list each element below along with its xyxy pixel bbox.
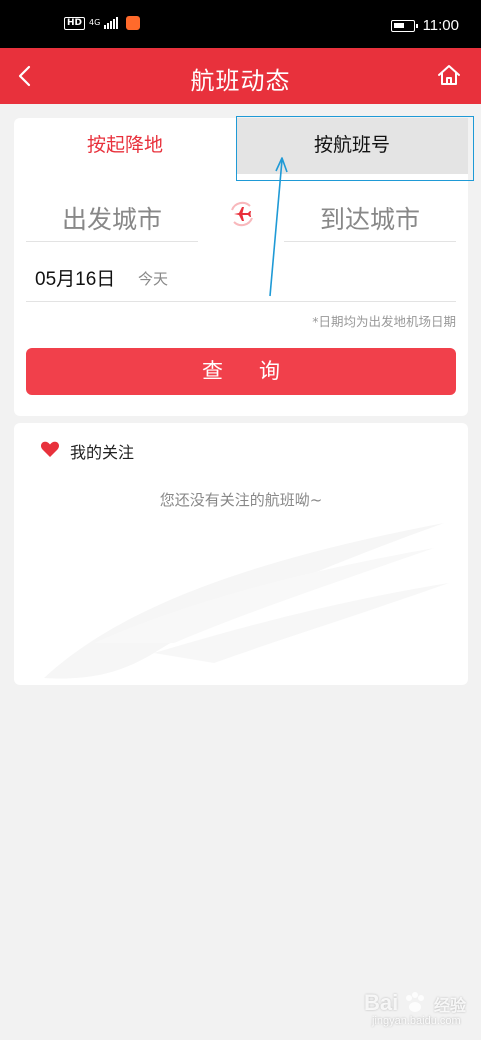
flight-search-card: 按起降地 按航班号 出发城市 到达城市 05月16日 今天 *日期均为出发地机场… bbox=[14, 118, 468, 416]
watermark-url: jingyan.baidu.com bbox=[372, 1015, 461, 1027]
follow-title: 我的关注 bbox=[70, 443, 135, 462]
date-picker[interactable]: 05月16日 今天 bbox=[26, 256, 456, 302]
network-type: 4G bbox=[89, 18, 101, 27]
date-value: 05月16日 bbox=[35, 269, 116, 290]
status-bar: HD 4G 11:00 bbox=[0, 0, 481, 48]
tab-by-route[interactable]: 按起降地 bbox=[14, 118, 236, 174]
watermark-suffix: 经验 bbox=[434, 996, 467, 1015]
page-title: 航班动态 bbox=[190, 67, 291, 95]
plane-swap-icon[interactable] bbox=[228, 200, 256, 228]
home-icon[interactable] bbox=[435, 61, 463, 89]
day-label: 今天 bbox=[138, 270, 169, 288]
search-button[interactable]: 查询 bbox=[26, 348, 456, 395]
arrival-city-field[interactable]: 到达城市 bbox=[284, 200, 456, 242]
tab-by-flight-number[interactable]: 按航班号 bbox=[236, 118, 468, 174]
my-follow-card: 我的关注 您还没有关注的航班呦~ bbox=[14, 423, 468, 685]
watermark-brand: Bai bbox=[364, 990, 399, 1015]
app-notification-icon bbox=[126, 16, 141, 30]
heart-icon bbox=[40, 441, 60, 457]
hd-badge: HD bbox=[64, 16, 86, 30]
signal-icon bbox=[104, 17, 119, 29]
nav-bar: 航班动态 bbox=[0, 48, 481, 104]
wing-watermark bbox=[44, 523, 449, 679]
date-note: *日期均为出发地机场日期 bbox=[312, 314, 456, 329]
baidu-watermark: Bai 经验 jingyan.baidu.com bbox=[364, 988, 472, 1032]
departure-city-field[interactable]: 出发城市 bbox=[26, 200, 198, 242]
status-icons-right: 11:00 bbox=[390, 17, 459, 34]
battery-icon bbox=[390, 19, 418, 32]
status-icons-left: HD 4G bbox=[64, 16, 141, 30]
clock: 11:00 bbox=[422, 17, 459, 34]
paw-logo-icon bbox=[406, 992, 424, 1012]
empty-state-text: 您还没有关注的航班呦~ bbox=[159, 491, 323, 509]
